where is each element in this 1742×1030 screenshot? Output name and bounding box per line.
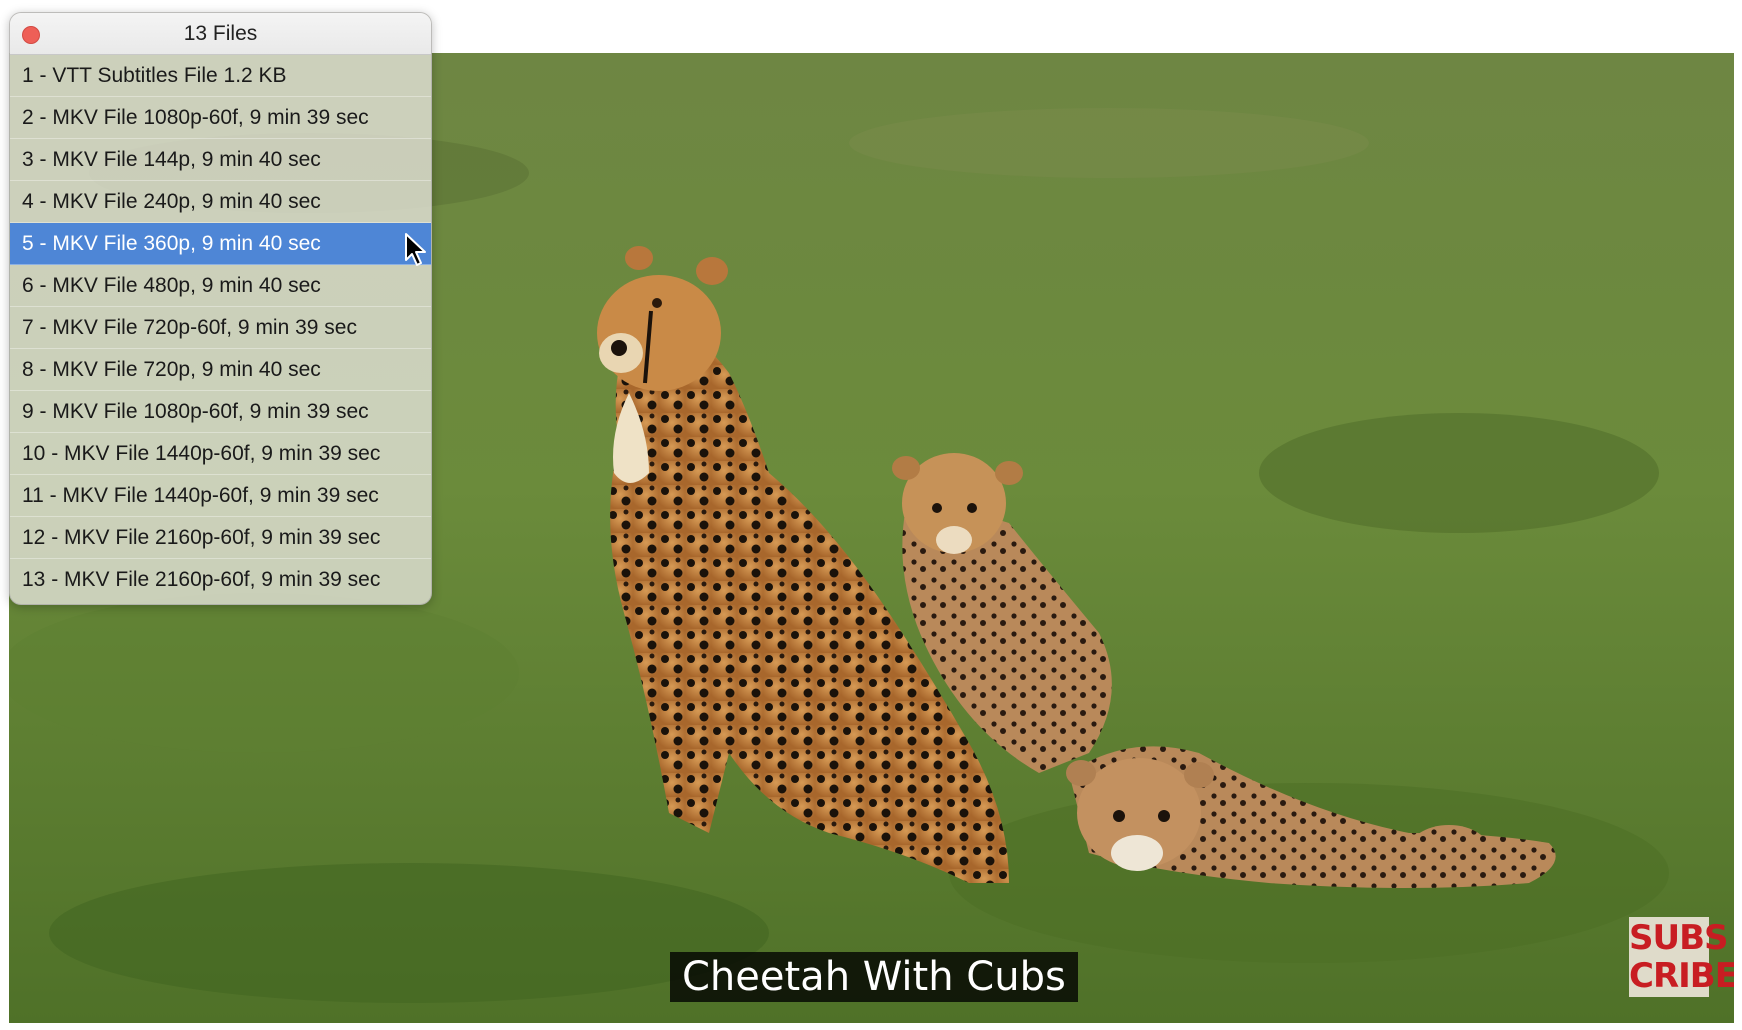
subscribe-logo[interactable]: SUBS CRIBE bbox=[1629, 917, 1734, 997]
file-item[interactable]: 11 - MKV File 1440p-60f, 9 min 39 sec bbox=[10, 475, 431, 517]
file-item[interactable]: 2 - MKV File 1080p-60f, 9 min 39 sec bbox=[10, 97, 431, 139]
player-window: Cheetah With Cubs SUBS CRIBE 13 Files 1 … bbox=[0, 0, 1742, 1030]
file-item[interactable]: 1 - VTT Subtitles File 1.2 KB bbox=[10, 55, 431, 97]
file-item[interactable]: 13 - MKV File 2160p-60f, 9 min 39 sec bbox=[10, 559, 431, 600]
file-item[interactable]: 8 - MKV File 720p, 9 min 40 sec bbox=[10, 349, 431, 391]
subtitle-caption: Cheetah With Cubs bbox=[670, 952, 1078, 1002]
file-item[interactable]: 12 - MKV File 2160p-60f, 9 min 39 sec bbox=[10, 517, 431, 559]
playlist-panel: 13 Files 1 - VTT Subtitles File 1.2 KB 2… bbox=[9, 12, 432, 605]
subscribe-logo-line2: CRIBE bbox=[1629, 956, 1734, 996]
playlist-title: 13 Files bbox=[183, 22, 258, 45]
file-item[interactable]: 7 - MKV File 720p-60f, 9 min 39 sec bbox=[10, 307, 431, 349]
file-item[interactable]: 4 - MKV File 240p, 9 min 40 sec bbox=[10, 181, 431, 223]
file-item[interactable]: 9 - MKV File 1080p-60f, 9 min 39 sec bbox=[10, 391, 431, 433]
file-item[interactable]: 10 - MKV File 1440p-60f, 9 min 39 sec bbox=[10, 433, 431, 475]
mouse-pointer-icon bbox=[405, 233, 426, 266]
file-list: 1 - VTT Subtitles File 1.2 KB 2 - MKV Fi… bbox=[10, 55, 431, 600]
playlist-titlebar[interactable]: 13 Files bbox=[10, 13, 431, 55]
file-item-selected[interactable]: 5 - MKV File 360p, 9 min 40 sec bbox=[10, 223, 431, 265]
file-item[interactable]: 6 - MKV File 480p, 9 min 40 sec bbox=[10, 265, 431, 307]
subscribe-logo-line1: SUBS bbox=[1629, 918, 1729, 958]
file-item[interactable]: 3 - MKV File 144p, 9 min 40 sec bbox=[10, 139, 431, 181]
